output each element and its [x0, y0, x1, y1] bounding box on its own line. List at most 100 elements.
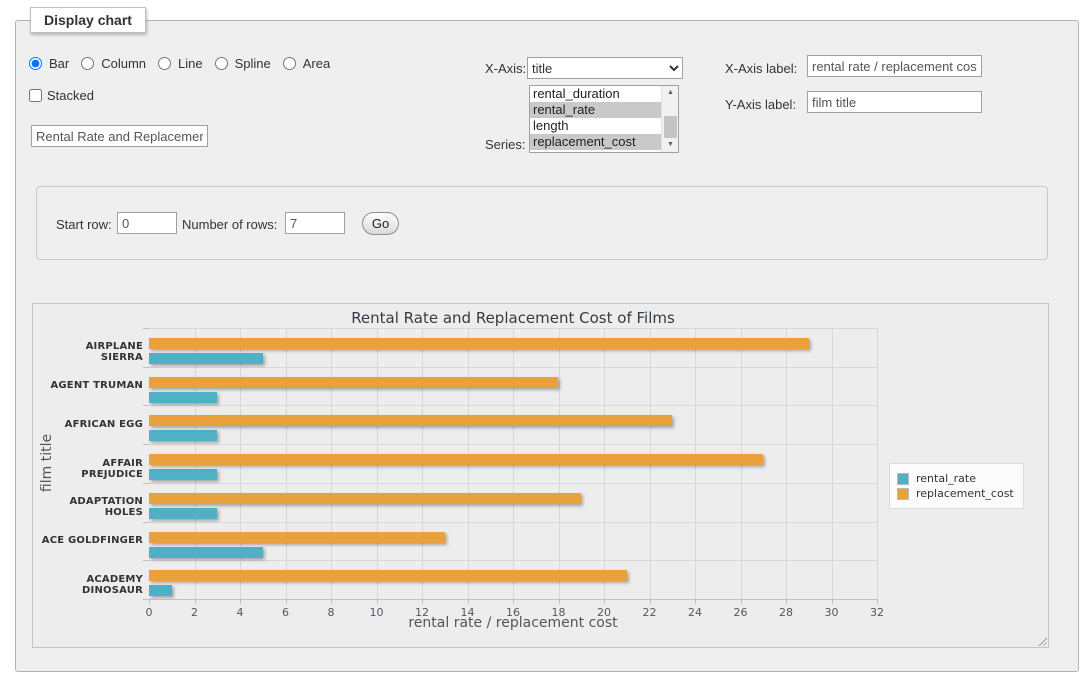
- series-option-rental_rate[interactable]: rental_rate: [530, 102, 661, 118]
- series-option-rental_duration[interactable]: rental_duration: [530, 86, 661, 102]
- x-tick-label: 20: [589, 606, 619, 619]
- category-label: AFRICAN EGG: [41, 419, 143, 430]
- x-axis-tick: [195, 599, 196, 604]
- x-tick-label: 0: [134, 606, 164, 619]
- scrollbar-thumb[interactable]: [664, 116, 677, 138]
- x-axis-tick: [604, 599, 605, 604]
- chart-type-radio-area[interactable]: [283, 57, 296, 70]
- series-listbox[interactable]: rental_durationrental_ratelengthreplacem…: [529, 85, 679, 153]
- series-option-replacement_cost[interactable]: replacement_cost: [530, 134, 661, 150]
- bar-replacement_cost[interactable]: [149, 532, 445, 543]
- x-axis-tick: [695, 599, 696, 604]
- x-axis-label-input[interactable]: [807, 55, 982, 77]
- resize-handle-icon[interactable]: [1037, 636, 1047, 646]
- bar-rental_rate[interactable]: [149, 585, 172, 596]
- gridline-horizontal: [149, 328, 877, 329]
- x-axis-tick: [786, 599, 787, 604]
- bar-replacement_cost[interactable]: [149, 493, 581, 504]
- x-tick-label: 8: [316, 606, 346, 619]
- chart-container: Rental Rate and Replacement Cost of Film…: [32, 303, 1049, 648]
- gridline-horizontal: [149, 560, 877, 561]
- y-axis-label-field-label: Y-Axis label:: [725, 97, 796, 112]
- bar-rental_rate[interactable]: [149, 547, 263, 558]
- y-axis-tick: [143, 328, 149, 329]
- y-axis-tick: [143, 560, 149, 561]
- x-axis-tick: [741, 599, 742, 604]
- y-axis-label-input[interactable]: [807, 91, 982, 113]
- bar-replacement_cost[interactable]: [149, 454, 763, 465]
- x-axis-tick: [468, 599, 469, 604]
- x-tick-label: 24: [680, 606, 710, 619]
- x-axis-tick: [286, 599, 287, 604]
- chart-type-radio-group: Bar Column Line Spline Area: [29, 56, 338, 71]
- bar-replacement_cost[interactable]: [149, 338, 809, 349]
- series-options: rental_durationrental_ratelengthreplacem…: [530, 86, 661, 152]
- legend-label-replacement_cost: replacement_cost: [916, 487, 1014, 500]
- start-row-input[interactable]: [117, 212, 177, 234]
- x-tick-label: 16: [498, 606, 528, 619]
- x-axis-tick: [422, 599, 423, 604]
- category-label: AFFAIR PREJUDICE: [41, 458, 143, 480]
- x-tick-label: 22: [635, 606, 665, 619]
- x-axis-tick: [650, 599, 651, 604]
- category-label: AGENT TRUMAN: [41, 380, 143, 391]
- legend-swatch-replacement_cost: [897, 488, 909, 500]
- gridline-vertical: [786, 328, 787, 599]
- x-axis-tick: [559, 599, 560, 604]
- bar-rental_rate[interactable]: [149, 392, 217, 403]
- chart-type-radio-line[interactable]: [158, 57, 171, 70]
- chart-type-label-spline[interactable]: Spline: [235, 56, 271, 71]
- bar-replacement_cost[interactable]: [149, 377, 558, 388]
- gridline-vertical: [832, 328, 833, 599]
- gridline-horizontal: [149, 367, 877, 368]
- chart-type-radio-column[interactable]: [81, 57, 94, 70]
- x-axis-tick: [331, 599, 332, 604]
- x-tick-label: 14: [453, 606, 483, 619]
- go-button[interactable]: Go: [362, 212, 399, 235]
- series-option-length[interactable]: length: [530, 118, 661, 134]
- category-label: ACADEMY DINOSAUR: [41, 574, 143, 596]
- stacked-label: Stacked: [47, 88, 94, 103]
- legend-label-rental_rate: rental_rate: [916, 472, 976, 485]
- x-axis-tick: [513, 599, 514, 604]
- x-tick-label: 6: [271, 606, 301, 619]
- bar-rental_rate[interactable]: [149, 353, 263, 364]
- y-axis-tick: [143, 405, 149, 406]
- scroll-up-icon[interactable]: ▲: [662, 86, 679, 100]
- chart-type-label-line[interactable]: Line: [178, 56, 203, 71]
- chart-title-input[interactable]: [31, 125, 208, 147]
- scroll-down-icon[interactable]: ▼: [662, 138, 679, 152]
- number-of-rows-label: Number of rows:: [182, 217, 277, 232]
- number-of-rows-input[interactable]: [285, 212, 345, 234]
- bar-rental_rate[interactable]: [149, 430, 217, 441]
- x-axis-tick: [877, 599, 878, 604]
- gridline-horizontal: [149, 405, 877, 406]
- x-tick-label: 2: [180, 606, 210, 619]
- series-field-label: Series:: [485, 137, 525, 152]
- x-axis-select[interactable]: title: [527, 57, 683, 79]
- bar-rental_rate[interactable]: [149, 508, 217, 519]
- bar-replacement_cost[interactable]: [149, 415, 672, 426]
- x-axis-tick: [377, 599, 378, 604]
- stacked-checkbox[interactable]: [29, 89, 42, 102]
- x-axis-label-field-label: X-Axis label:: [725, 61, 797, 76]
- series-scrollbar[interactable]: ▲ ▼: [661, 86, 678, 152]
- chart-type-label-column[interactable]: Column: [101, 56, 146, 71]
- category-label: ADAPTATION HOLES: [41, 496, 143, 518]
- chart-type-radio-bar[interactable]: [29, 57, 42, 70]
- chart-type-label-bar[interactable]: Bar: [49, 56, 69, 71]
- chart-type-label-area[interactable]: Area: [303, 56, 330, 71]
- bar-replacement_cost[interactable]: [149, 570, 627, 581]
- chart-type-radio-spline[interactable]: [215, 57, 228, 70]
- category-label: ACE GOLDFINGER: [41, 535, 143, 546]
- x-tick-label: 10: [362, 606, 392, 619]
- legend-item-rental_rate[interactable]: rental_rate: [897, 472, 1014, 485]
- x-axis-field-label: X-Axis:: [485, 61, 526, 76]
- x-tick-label: 12: [407, 606, 437, 619]
- x-tick-label: 28: [771, 606, 801, 619]
- x-tick-label: 4: [225, 606, 255, 619]
- y-axis-tick: [143, 599, 149, 600]
- gridline-horizontal: [149, 483, 877, 484]
- legend-item-replacement_cost[interactable]: replacement_cost: [897, 487, 1014, 500]
- bar-rental_rate[interactable]: [149, 469, 217, 480]
